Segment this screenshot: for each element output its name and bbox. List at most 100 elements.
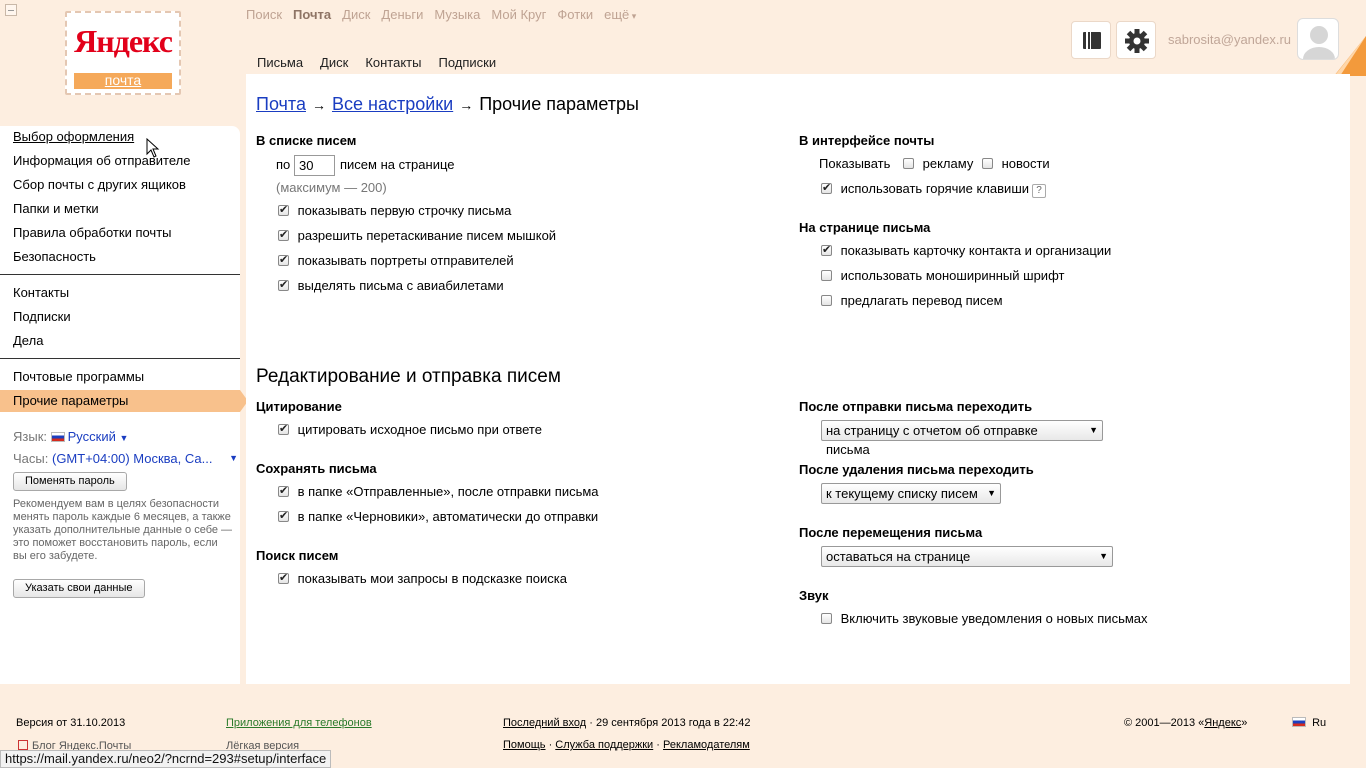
checkbox[interactable]: [278, 228, 289, 241]
ads-checkbox[interactable]: [903, 158, 914, 169]
footer-support-link[interactable]: Служба поддержки: [555, 739, 653, 751]
russia-flag-icon: [1292, 717, 1306, 727]
sidebar-item-todos[interactable]: Дела: [13, 333, 43, 348]
service-photos[interactable]: Фотки: [557, 7, 593, 25]
option-drag-drop[interactable]: разрешить перетаскивание писем мышкой: [278, 228, 556, 243]
checkbox[interactable]: [821, 295, 832, 306]
footer-help-link[interactable]: Помощь: [503, 739, 546, 751]
footer-yandex-link[interactable]: Яндекс: [1204, 717, 1241, 729]
after-delete-title: После удаления письма переходить: [799, 462, 1034, 477]
ads-label[interactable]: рекламу: [923, 156, 974, 171]
sidebar-item-theme[interactable]: Выбор оформления: [13, 129, 134, 144]
after-move-title: После перемещения письма: [799, 525, 983, 540]
timezone-select[interactable]: (GMT+04:00) Москва, Са...: [52, 451, 212, 466]
footer-lang[interactable]: Ru: [1292, 717, 1326, 729]
option-label: выделять письма с авиабилетами: [297, 278, 504, 293]
option-save-sent[interactable]: в папке «Отправленные», после отправки п…: [278, 484, 599, 499]
after-send-select[interactable]: на страницу с отчетом об отправке письма: [821, 420, 1103, 457]
per-page-input[interactable]: [294, 155, 335, 176]
settings-button[interactable]: [1116, 21, 1156, 59]
footer-advertisers-link[interactable]: Рекламодателям: [663, 739, 750, 751]
help-icon[interactable]: ?: [1032, 184, 1047, 198]
language-select[interactable]: Русский: [68, 429, 116, 444]
after-move-select[interactable]: оставаться на странице: [821, 546, 1113, 567]
after-send-title: После отправки письма переходить: [799, 399, 1033, 414]
sidebar-item-sender-info[interactable]: Информация об отправителе: [13, 153, 190, 168]
sidebar-item-security[interactable]: Безопасность: [13, 249, 96, 264]
option-first-line[interactable]: показывать первую строчку письма: [278, 203, 511, 218]
service-moikrug[interactable]: Мой Круг: [491, 7, 546, 25]
subnav-letters[interactable]: Письма: [257, 55, 303, 70]
sidebar-item-collectors[interactable]: Сбор почты с других ящиков: [13, 177, 186, 192]
checkbox[interactable]: [278, 253, 289, 266]
after-delete-select[interactable]: к текущему списку писем: [821, 483, 1001, 504]
option-tickets[interactable]: выделять письма с авиабилетами: [278, 278, 504, 293]
themes-button[interactable]: [1071, 21, 1111, 59]
option-quote[interactable]: цитировать исходное письмо при ответе: [278, 422, 542, 437]
sidebar-item-mail-clients[interactable]: Почтовые программы: [13, 369, 144, 384]
sidebar-item-contacts[interactable]: Контакты: [13, 285, 69, 300]
service-money[interactable]: Деньги: [381, 7, 423, 25]
provide-data-button[interactable]: Указать свои данные: [13, 579, 145, 598]
footer-lang-label: Ru: [1312, 717, 1327, 729]
checkbox[interactable]: [278, 278, 289, 291]
checkbox[interactable]: [821, 243, 832, 256]
yandex-mail-logo[interactable]: Яндекс почта: [65, 11, 181, 95]
checkbox[interactable]: [821, 270, 832, 281]
checkbox[interactable]: [278, 203, 289, 216]
option-label: показывать портреты отправителей: [297, 253, 514, 268]
user-email[interactable]: sabrosita@yandex.ru: [1168, 32, 1291, 47]
language-label: Язык:: [13, 429, 47, 444]
service-disk[interactable]: Диск: [342, 7, 370, 25]
sidebar-item-other[interactable]: Прочие параметры: [13, 393, 128, 408]
option-hotkeys[interactable]: использовать горячие клавиши?: [821, 181, 1047, 198]
copyright-prefix: © 2001—2013 «: [1124, 717, 1205, 729]
option-contact-card[interactable]: показывать карточку контакта и организац…: [821, 243, 1111, 258]
logo-brand: Яндекс: [74, 23, 173, 59]
service-mail[interactable]: Почта: [293, 7, 331, 25]
chevron-down-icon[interactable]: ▼: [120, 433, 129, 443]
change-password-button[interactable]: Поменять пароль: [13, 472, 127, 491]
subnav-contacts[interactable]: Контакты: [365, 55, 421, 70]
service-music[interactable]: Музыка: [434, 7, 480, 25]
service-more[interactable]: ещё: [604, 7, 636, 25]
russia-flag-icon: [50, 432, 65, 442]
checkbox[interactable]: [821, 613, 832, 624]
option-translate[interactable]: предлагать перевод писем: [821, 293, 1003, 308]
footer-links: Помощь · Служба поддержки · Рекламодател…: [503, 739, 750, 751]
subnav-disk[interactable]: Диск: [320, 55, 348, 70]
language-row: Язык: Русский ▼: [13, 429, 128, 444]
chevron-down-icon[interactable]: ▼: [229, 453, 238, 463]
breadcrumb-mail[interactable]: Почта: [256, 94, 306, 114]
quote-title: Цитирование: [256, 399, 342, 414]
save-title: Сохранять письма: [256, 461, 377, 476]
footer-apps-link[interactable]: Приложения для телефонов: [226, 717, 372, 729]
sidebar-item-filters[interactable]: Правила обработки почты: [13, 225, 172, 240]
news-label[interactable]: новости: [1002, 156, 1050, 171]
last-login-link[interactable]: Последний вход: [503, 717, 586, 729]
checkbox[interactable]: [278, 571, 289, 584]
checkbox[interactable]: [278, 509, 289, 522]
option-label: использовать горячие клавиши: [840, 181, 1030, 196]
option-portraits[interactable]: показывать портреты отправителей: [278, 253, 514, 268]
blog-icon: [18, 740, 28, 750]
copyright-suffix: »: [1241, 717, 1248, 729]
sidebar-item-subscriptions[interactable]: Подписки: [13, 309, 71, 324]
option-label: в папке «Черновики», автоматически до от…: [297, 509, 599, 524]
checkbox[interactable]: [278, 422, 289, 435]
checkbox[interactable]: [278, 484, 289, 497]
option-label: разрешить перетаскивание писем мышкой: [297, 228, 557, 243]
option-sound[interactable]: Включить звуковые уведомления о новых пи…: [821, 611, 1148, 626]
option-save-drafts[interactable]: в папке «Черновики», автоматически до от…: [278, 509, 598, 524]
sidebar-item-folders[interactable]: Папки и метки: [13, 201, 99, 216]
letter-page-section-title: На странице письма: [799, 220, 931, 235]
password-advice-text: Рекомендуем вам в целях безопасности мен…: [13, 498, 233, 562]
service-search[interactable]: Поиск: [246, 7, 282, 25]
subnav-subscriptions[interactable]: Подписки: [438, 55, 496, 70]
checkbox[interactable]: [821, 181, 832, 194]
option-monospace[interactable]: использовать моноширинный шрифт: [821, 268, 1064, 283]
option-search-suggest[interactable]: показывать мои запросы в подсказке поиск…: [278, 571, 567, 586]
news-checkbox[interactable]: [981, 158, 993, 169]
breadcrumb-all-settings[interactable]: Все настройки: [332, 94, 453, 114]
collapse-button[interactable]: [5, 4, 17, 16]
